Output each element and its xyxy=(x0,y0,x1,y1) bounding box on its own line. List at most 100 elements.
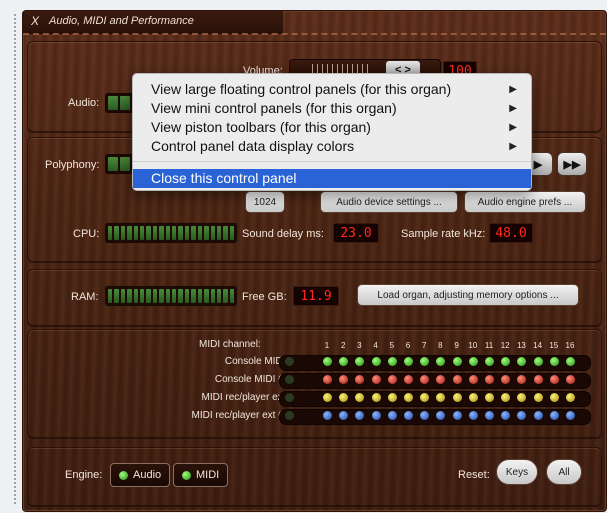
engine-audio-button[interactable]: Audio xyxy=(110,463,171,487)
midi-channel-number: 10 xyxy=(468,341,478,350)
engine-midi-button[interactable]: MIDI xyxy=(173,463,229,487)
ram-label: RAM: xyxy=(71,291,99,303)
menu-item-piston-toolbars[interactable]: View piston toolbars (for this organ) ▶ xyxy=(133,118,531,137)
free-gb-readout: 11.9 xyxy=(293,286,339,306)
midi-led-green xyxy=(452,357,462,366)
midi-row-indicator-icon xyxy=(285,393,294,402)
free-gb-label: Free GB: xyxy=(242,291,287,303)
midi-led-blue xyxy=(404,411,413,420)
midi-led-blue xyxy=(323,411,332,420)
menu-item-label: View mini control panels (for this organ… xyxy=(151,100,397,116)
close-icon[interactable]: X xyxy=(31,14,39,28)
midi-led-green xyxy=(387,357,397,366)
midi-led-yellow xyxy=(387,393,397,402)
midi-led-blue xyxy=(452,411,462,420)
midi-channel-number: 7 xyxy=(421,341,427,350)
midi-led-yellow xyxy=(371,393,381,402)
midi-led-blue xyxy=(371,411,381,420)
menu-item-display-colors[interactable]: Control panel data display colors ▶ xyxy=(133,137,531,156)
midi-channel-number: 16 xyxy=(565,341,575,350)
midi-led-yellow xyxy=(323,393,332,402)
midi-led-yellow xyxy=(485,393,494,402)
midi-led-green xyxy=(533,357,543,366)
menu-item-mini-control-panels[interactable]: View mini control panels (for this organ… xyxy=(133,99,531,118)
midi-led-blue xyxy=(533,411,543,420)
midi-led-blue xyxy=(485,411,494,420)
midi-engine-led xyxy=(182,470,191,480)
audio-engine-prefs-button[interactable]: Audio engine prefs ... xyxy=(464,191,586,213)
midi-led-yellow xyxy=(468,393,478,402)
midi-row-indicator-icon xyxy=(285,357,294,366)
midi-led-blue xyxy=(468,411,478,420)
menu-item-label: View large floating control panels (for … xyxy=(151,81,452,97)
midi-channel-number: 12 xyxy=(500,341,510,350)
midi-led-yellow xyxy=(452,393,462,402)
cpu-label: CPU: xyxy=(73,228,100,240)
midi-row-indicator-icon xyxy=(285,411,294,420)
cpu-meter xyxy=(105,223,237,243)
submenu-arrow-icon: ▶ xyxy=(509,84,517,95)
fast-forward-button[interactable]: ▶▶ xyxy=(557,152,587,176)
menu-item-label: Control panel data display colors xyxy=(151,138,355,154)
panel-titlebar: X Audio, MIDI and Performance xyxy=(23,11,283,34)
audio-device-settings-button[interactable]: Audio device settings ... xyxy=(320,191,458,213)
buffer-size-button[interactable]: 1024 xyxy=(245,191,285,213)
context-menu: View large floating control panels (for … xyxy=(132,73,532,191)
engine-audio-label: Audio xyxy=(133,469,162,481)
audio-label: Audio: xyxy=(68,97,100,109)
midi-led-green xyxy=(468,357,478,366)
menu-item-close-control-panel[interactable]: Close this control panel xyxy=(133,169,531,188)
window-edge-stitching xyxy=(14,14,17,504)
midi-channel-number: 4 xyxy=(373,341,378,350)
midi-led-green xyxy=(404,357,413,366)
midi-led-red xyxy=(485,375,494,384)
midi-led-red xyxy=(533,375,543,384)
engine-midi-label: MIDI xyxy=(196,469,220,481)
midi-channel-number: 13 xyxy=(516,341,526,350)
midi-row-indicator-icon xyxy=(285,375,294,384)
midi-led-red xyxy=(549,375,559,384)
midi-led-blue xyxy=(549,411,559,420)
midi-channel-number: 3 xyxy=(357,341,362,350)
midi-led-blue xyxy=(566,411,575,420)
midi-led-red xyxy=(323,375,332,384)
midi-channel-number: 9 xyxy=(454,341,459,350)
menu-item-large-floating-panels[interactable]: View large floating control panels (for … xyxy=(133,80,531,99)
load-organ-button[interactable]: Load organ, adjusting memory options ... xyxy=(357,284,579,306)
reset-all-button[interactable]: All xyxy=(546,459,582,485)
ram-meter xyxy=(105,286,237,306)
midi-led-red xyxy=(468,375,478,384)
midi-led-red xyxy=(452,375,462,384)
midi-led-yellow xyxy=(549,393,559,402)
midi-led-red xyxy=(387,375,397,384)
midi-channel-number: 15 xyxy=(549,341,559,350)
midi-led-green xyxy=(323,357,332,366)
submenu-arrow-icon: ▶ xyxy=(509,122,517,133)
sound-delay-readout: 23.0 xyxy=(333,223,379,243)
midi-led-green xyxy=(566,357,575,366)
menu-item-label: Close this control panel xyxy=(151,170,297,186)
sample-rate-readout: 48.0 xyxy=(489,223,533,243)
menu-separator xyxy=(133,161,531,162)
midi-channel-number: 14 xyxy=(533,341,543,350)
midi-channel-number: 11 xyxy=(484,341,494,350)
midi-channel-number: 1 xyxy=(324,341,330,350)
midi-channel-label: MIDI channel: xyxy=(199,339,261,350)
sample-rate-label: Sample rate kHz: xyxy=(401,228,486,240)
midi-led-red xyxy=(371,375,381,384)
midi-led-green xyxy=(371,357,381,366)
submenu-arrow-icon: ▶ xyxy=(509,141,517,152)
midi-led-green xyxy=(549,357,559,366)
menu-item-label: View piston toolbars (for this organ) xyxy=(151,119,371,135)
submenu-arrow-icon: ▶ xyxy=(509,103,517,114)
panel-title: Audio, MIDI and Performance xyxy=(49,15,194,27)
midi-led-yellow xyxy=(533,393,543,402)
polyphony-label: Polyphony: xyxy=(45,159,100,171)
reset-label: Reset: xyxy=(458,469,490,481)
sound-delay-label: Sound delay ms: xyxy=(242,228,324,240)
midi-led-green xyxy=(485,357,494,366)
midi-led-blue xyxy=(387,411,397,420)
midi-channel-number: 6 xyxy=(405,341,411,350)
midi-led-yellow xyxy=(404,393,413,402)
reset-keys-button[interactable]: Keys xyxy=(496,459,538,485)
